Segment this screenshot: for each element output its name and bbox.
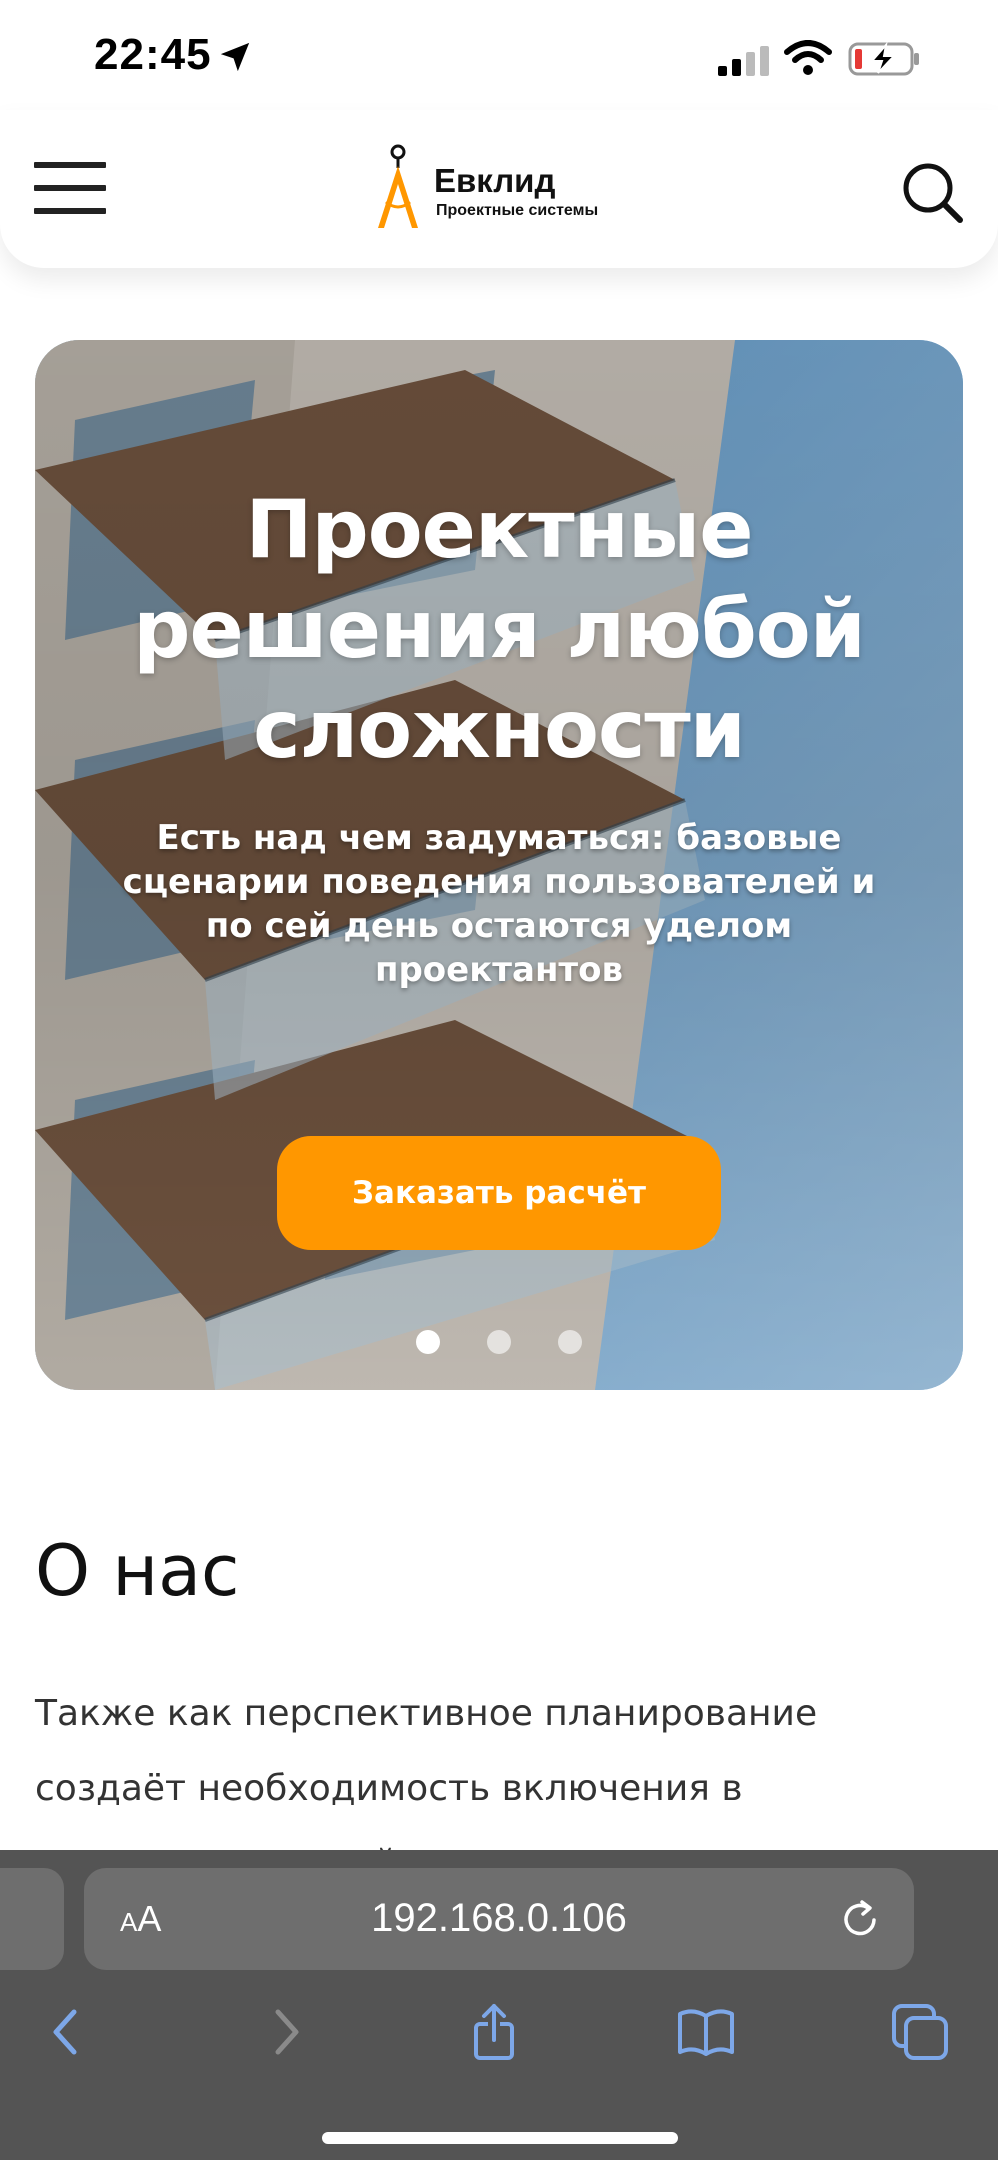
slider-dot-1[interactable] [415, 1330, 440, 1354]
previous-tab-preview[interactable] [0, 1868, 64, 1970]
wifi-icon [784, 40, 832, 75]
reload-icon[interactable] [838, 1898, 882, 1942]
status-bar: 22:45 [0, 0, 998, 110]
slider-pagination [35, 1330, 963, 1358]
location-arrow-icon [220, 42, 250, 72]
slider-dot-2[interactable] [487, 1330, 511, 1354]
share-icon[interactable] [464, 2002, 524, 2062]
back-arrow-icon[interactable] [38, 2002, 98, 2062]
about-heading: О нас [35, 1530, 240, 1612]
menu-burger-icon[interactable] [34, 162, 106, 218]
search-icon[interactable] [900, 160, 964, 224]
bookmarks-icon[interactable] [676, 2002, 736, 2062]
browser-toolbar: AA 192.168.0.106 [0, 1850, 998, 2160]
hero-subtitle: Есть над чем задуматься: базовые сценари… [122, 818, 876, 990]
logo-title: Евклид [434, 162, 556, 199]
forward-arrow-icon[interactable] [254, 2002, 314, 2062]
hero-title: Проектные решения любой сложности [133, 483, 866, 776]
site-header: Евклид Проектные системы [0, 110, 998, 268]
address-bar[interactable]: AA 192.168.0.106 [84, 1868, 914, 1970]
compass-logo-icon [378, 144, 418, 228]
home-indicator [322, 2132, 678, 2144]
battery-charging-icon [848, 42, 919, 76]
cellular-signal-icon [718, 46, 769, 76]
tabs-icon[interactable] [890, 2002, 950, 2062]
order-calculation-button[interactable]: Заказать расчёт [277, 1136, 721, 1250]
hero-slider[interactable]: Проектные решения любой сложности Есть н… [35, 340, 963, 1390]
logo-subtitle: Проектные системы [436, 202, 599, 219]
slider-dot-3[interactable] [558, 1330, 583, 1354]
status-time: 22:45 [94, 30, 212, 79]
site-logo[interactable]: Евклид Проектные системы [374, 142, 644, 232]
url-text[interactable]: 192.168.0.106 [84, 1896, 914, 1941]
